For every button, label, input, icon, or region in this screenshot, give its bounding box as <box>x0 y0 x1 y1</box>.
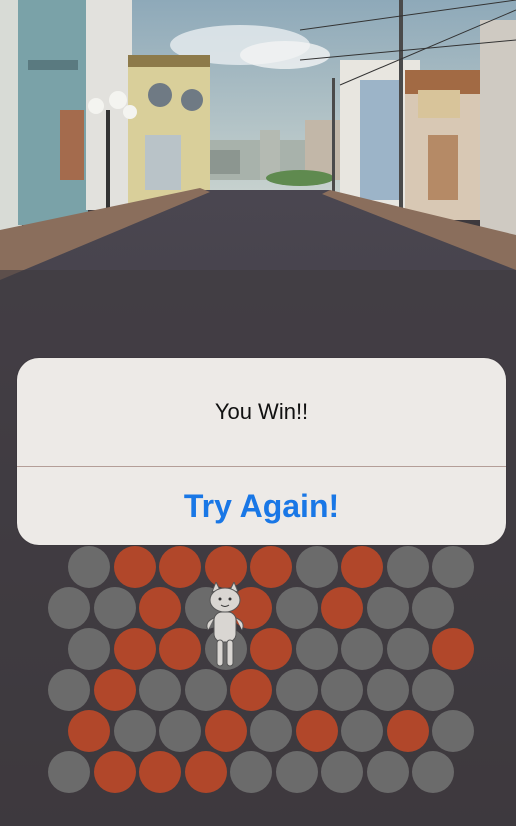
board-cell-gray[interactable] <box>386 546 429 588</box>
board-cell-orange[interactable] <box>93 751 136 793</box>
board-cell-gray[interactable] <box>432 546 474 588</box>
board-cell-gray[interactable] <box>184 669 227 711</box>
board-cell-orange[interactable] <box>341 546 383 588</box>
board-cell-orange[interactable] <box>139 587 181 629</box>
board-cell-orange[interactable] <box>250 628 292 670</box>
board-cell-gray[interactable] <box>250 710 292 752</box>
board-cell-gray[interactable] <box>341 628 383 670</box>
board-cell-gray[interactable] <box>366 751 409 793</box>
board-cell-gray[interactable] <box>412 587 454 629</box>
board-cell-gray[interactable] <box>48 669 90 711</box>
board-cell-gray[interactable] <box>412 669 454 711</box>
board-cell-orange[interactable] <box>159 628 201 670</box>
board-cell-orange[interactable] <box>113 546 156 588</box>
board-cell-gray[interactable] <box>295 546 338 588</box>
board-cell-orange[interactable] <box>159 546 201 588</box>
board-cell-orange[interactable] <box>230 669 272 711</box>
board-cell-orange[interactable] <box>184 751 227 793</box>
try-again-button[interactable]: Try Again! <box>17 467 506 545</box>
board-cell-orange[interactable] <box>113 628 156 670</box>
board-cell-gray[interactable] <box>113 710 156 752</box>
board-cell-gray[interactable] <box>48 751 90 793</box>
board-cell-gray[interactable] <box>93 587 136 629</box>
board-cell-gray[interactable] <box>295 628 338 670</box>
board-cell-orange[interactable] <box>250 546 292 588</box>
board-cell-gray[interactable] <box>159 710 201 752</box>
board-cell-gray[interactable] <box>275 669 318 711</box>
board-cell-orange[interactable] <box>139 751 181 793</box>
board-cell-gray[interactable] <box>366 587 409 629</box>
board-cell-orange[interactable] <box>68 710 110 752</box>
board-cell-orange[interactable] <box>432 628 474 670</box>
board-cell-gray[interactable] <box>275 751 318 793</box>
board-cell-gray[interactable] <box>68 628 110 670</box>
board-cell-orange[interactable] <box>204 710 247 752</box>
board-cell-gray[interactable] <box>230 751 272 793</box>
board-cell-orange[interactable] <box>295 710 338 752</box>
board-cell-gray[interactable] <box>341 710 383 752</box>
board-cell-orange[interactable] <box>321 587 363 629</box>
board-cell-gray[interactable] <box>139 669 181 711</box>
board-cell-gray[interactable] <box>366 669 409 711</box>
board-cell-orange[interactable] <box>386 710 429 752</box>
board-cell-gray[interactable] <box>68 546 110 588</box>
board-cell-gray[interactable] <box>321 669 363 711</box>
alert-message: You Win!! <box>214 399 309 424</box>
board-cell-gray[interactable] <box>432 710 474 752</box>
cat-character <box>206 582 244 667</box>
board-cell-gray[interactable] <box>386 628 429 670</box>
board-cell-gray[interactable] <box>275 587 318 629</box>
board-cell-gray[interactable] <box>48 587 90 629</box>
board-cell-gray[interactable] <box>412 751 454 793</box>
board-cell-orange[interactable] <box>93 669 136 711</box>
board-cell-gray[interactable] <box>321 751 363 793</box>
win-alert-dialog: You Win!! Try Again! <box>17 358 506 545</box>
